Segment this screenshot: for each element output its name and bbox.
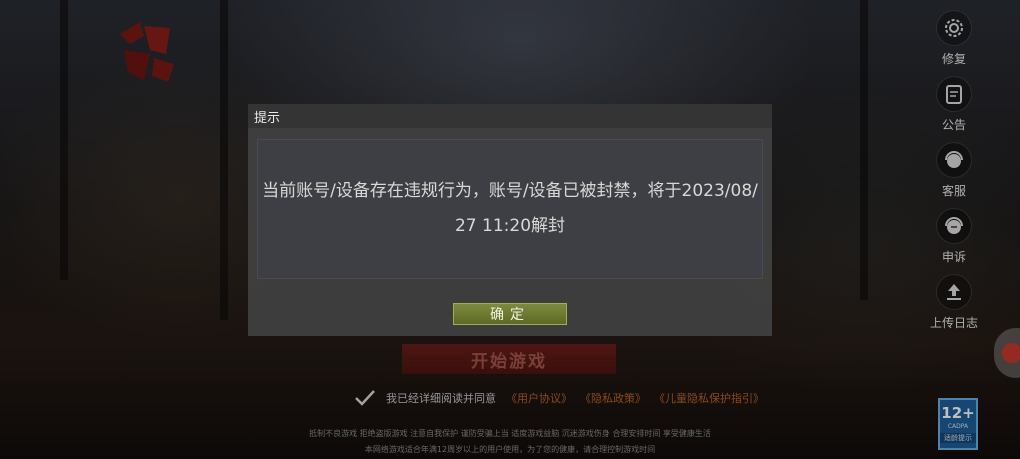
dialog-message: 当前账号/设备存在违规行为，账号/设备已被封禁，将于2023/08/27 11:… bbox=[262, 181, 758, 236]
ban-notice-dialog: 提示 当前账号/设备存在违规行为，账号/设备已被封禁，将于2023/08/27 … bbox=[248, 104, 772, 336]
dialog-title: 提示 bbox=[254, 110, 281, 126]
dialog-header: 提示 bbox=[248, 104, 772, 128]
dialog-body: 当前账号/设备存在违规行为，账号/设备已被封禁，将于2023/08/27 11:… bbox=[257, 139, 763, 279]
confirm-button[interactable]: 确定 bbox=[453, 303, 567, 325]
